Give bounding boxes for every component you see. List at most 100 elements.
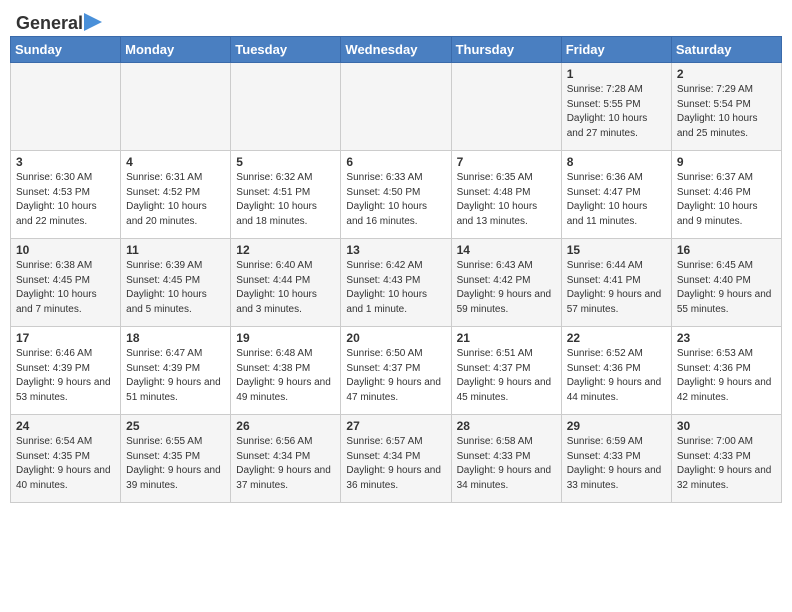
day-cell: 16 Sunrise: 6:45 AMSunset: 4:40 PMDayligh… xyxy=(671,239,781,327)
column-header-tuesday: Tuesday xyxy=(231,37,341,63)
day-cell: 9 Sunrise: 6:37 AMSunset: 4:46 PMDaylight… xyxy=(671,151,781,239)
day-cell: 1Sunrise: 7:28 AMSunset: 5:55 PMDaylight… xyxy=(561,63,671,151)
day-info: Sunrise: 6:47 AMSunset: 4:39 PMDaylight:… xyxy=(126,347,225,405)
day-info: Sunrise: 6:58 AMSunset: 4:33 PMDaylight:… xyxy=(457,435,556,493)
calendar-table: SundayMondayTuesdayWednesdayThursdayFrid… xyxy=(10,36,782,503)
day-number: 5 xyxy=(236,155,335,169)
day-info: Sunrise: 6:46 AMSunset: 4:39 PMDaylight:… xyxy=(16,347,115,405)
column-header-sunday: Sunday xyxy=(11,37,121,63)
day-number: 2 xyxy=(677,67,776,81)
calendar-header: SundayMondayTuesdayWednesdayThursdayFrid… xyxy=(11,37,782,63)
day-number: 14 xyxy=(457,243,556,257)
day-cell: 18 Sunrise: 6:47 AMSunset: 4:39 PMDayligh… xyxy=(121,327,231,415)
day-cell: 21Sunrise: 6:51 AMSunset: 4:37 PMDayligh… xyxy=(451,327,561,415)
day-number: 11 xyxy=(126,243,225,257)
day-info: Sunrise: 6:52 AMSunset: 4:36 PMDaylight:… xyxy=(567,347,666,405)
column-header-wednesday: Wednesday xyxy=(341,37,451,63)
day-info: Sunrise: 6:30 AMSunset: 4:53 PMDaylight:… xyxy=(16,171,115,229)
day-info: Sunrise: 6:57 AMSunset: 4:34 PMDaylight:… xyxy=(346,435,445,493)
day-info: Sunrise: 6:42 AMSunset: 4:43 PMDaylight:… xyxy=(346,259,445,317)
day-info: Sunrise: 6:43 AMSunset: 4:42 PMDaylight:… xyxy=(457,259,556,317)
day-number: 12 xyxy=(236,243,335,257)
day-cell: 24 Sunrise: 6:54 AMSunset: 4:35 PMDayligh… xyxy=(11,415,121,503)
day-number: 10 xyxy=(16,243,115,257)
day-cell: 4 Sunrise: 6:31 AMSunset: 4:52 PMDaylight… xyxy=(121,151,231,239)
day-number: 9 xyxy=(677,155,776,169)
logo-arrow-icon xyxy=(84,13,102,31)
day-info: Sunrise: 6:45 AMSunset: 4:40 PMDaylight:… xyxy=(677,259,776,317)
column-header-thursday: Thursday xyxy=(451,37,561,63)
day-cell xyxy=(341,63,451,151)
day-info: Sunrise: 6:56 AMSunset: 4:34 PMDaylight:… xyxy=(236,435,335,493)
day-cell: 14 Sunrise: 6:43 AMSunset: 4:42 PMDayligh… xyxy=(451,239,561,327)
day-info: Sunrise: 6:31 AMSunset: 4:52 PMDaylight:… xyxy=(126,171,225,229)
day-info: Sunrise: 6:50 AMSunset: 4:37 PMDaylight:… xyxy=(346,347,445,405)
day-info: Sunrise: 7:29 AMSunset: 5:54 PMDaylight:… xyxy=(677,83,776,141)
day-cell: 13 Sunrise: 6:42 AMSunset: 4:43 PMDayligh… xyxy=(341,239,451,327)
day-number: 24 xyxy=(16,419,115,433)
day-number: 29 xyxy=(567,419,666,433)
header-row: SundayMondayTuesdayWednesdayThursdayFrid… xyxy=(11,37,782,63)
day-number: 19 xyxy=(236,331,335,345)
day-number: 4 xyxy=(126,155,225,169)
day-number: 23 xyxy=(677,331,776,345)
day-number: 27 xyxy=(346,419,445,433)
logo: General xyxy=(16,14,102,32)
day-number: 25 xyxy=(126,419,225,433)
day-number: 18 xyxy=(126,331,225,345)
day-cell: 23Sunrise: 6:53 AMSunset: 4:36 PMDayligh… xyxy=(671,327,781,415)
day-number: 20 xyxy=(346,331,445,345)
day-cell: 29 Sunrise: 6:59 AMSunset: 4:33 PMDayligh… xyxy=(561,415,671,503)
day-cell: 7 Sunrise: 6:35 AMSunset: 4:48 PMDaylight… xyxy=(451,151,561,239)
day-info: Sunrise: 6:48 AMSunset: 4:38 PMDaylight:… xyxy=(236,347,335,405)
day-info: Sunrise: 6:59 AMSunset: 4:33 PMDaylight:… xyxy=(567,435,666,493)
day-cell: 10Sunrise: 6:38 AMSunset: 4:45 PMDayligh… xyxy=(11,239,121,327)
day-number: 16 xyxy=(677,243,776,257)
day-cell: 26Sunrise: 6:56 AMSunset: 4:34 PMDayligh… xyxy=(231,415,341,503)
day-cell xyxy=(231,63,341,151)
week-row-4: 17 Sunrise: 6:46 AMSunset: 4:39 PMDayligh… xyxy=(11,327,782,415)
day-info: Sunrise: 6:36 AMSunset: 4:47 PMDaylight:… xyxy=(567,171,666,229)
day-cell: 12 Sunrise: 6:40 AMSunset: 4:44 PMDayligh… xyxy=(231,239,341,327)
day-info: Sunrise: 6:44 AMSunset: 4:41 PMDaylight:… xyxy=(567,259,666,317)
day-cell: 30 Sunrise: 7:00 AMSunset: 4:33 PMDayligh… xyxy=(671,415,781,503)
day-number: 6 xyxy=(346,155,445,169)
day-number: 30 xyxy=(677,419,776,433)
day-cell: 11 Sunrise: 6:39 AMSunset: 4:45 PMDayligh… xyxy=(121,239,231,327)
day-number: 1 xyxy=(567,67,666,81)
day-cell: 28 Sunrise: 6:58 AMSunset: 4:33 PMDayligh… xyxy=(451,415,561,503)
day-cell: 5Sunrise: 6:32 AMSunset: 4:51 PMDaylight… xyxy=(231,151,341,239)
day-info: Sunrise: 7:00 AMSunset: 4:33 PMDaylight:… xyxy=(677,435,776,493)
day-number: 13 xyxy=(346,243,445,257)
day-cell: 25 Sunrise: 6:55 AMSunset: 4:35 PMDayligh… xyxy=(121,415,231,503)
day-info: Sunrise: 6:54 AMSunset: 4:35 PMDaylight:… xyxy=(16,435,115,493)
week-row-1: 1Sunrise: 7:28 AMSunset: 5:55 PMDaylight… xyxy=(11,63,782,151)
day-number: 3 xyxy=(16,155,115,169)
day-cell: 15 Sunrise: 6:44 AMSunset: 4:41 PMDayligh… xyxy=(561,239,671,327)
calendar-body: 1Sunrise: 7:28 AMSunset: 5:55 PMDaylight… xyxy=(11,63,782,503)
day-cell: 6 Sunrise: 6:33 AMSunset: 4:50 PMDaylight… xyxy=(341,151,451,239)
day-number: 15 xyxy=(567,243,666,257)
day-cell: 2 Sunrise: 7:29 AMSunset: 5:54 PMDaylight… xyxy=(671,63,781,151)
day-number: 17 xyxy=(16,331,115,345)
day-cell xyxy=(451,63,561,151)
day-cell xyxy=(11,63,121,151)
day-number: 28 xyxy=(457,419,556,433)
day-info: Sunrise: 6:33 AMSunset: 4:50 PMDaylight:… xyxy=(346,171,445,229)
day-info: Sunrise: 6:35 AMSunset: 4:48 PMDaylight:… xyxy=(457,171,556,229)
column-header-friday: Friday xyxy=(561,37,671,63)
day-info: Sunrise: 6:40 AMSunset: 4:44 PMDaylight:… xyxy=(236,259,335,317)
day-info: Sunrise: 6:39 AMSunset: 4:45 PMDaylight:… xyxy=(126,259,225,317)
day-cell: 19 Sunrise: 6:48 AMSunset: 4:38 PMDayligh… xyxy=(231,327,341,415)
day-number: 21 xyxy=(457,331,556,345)
day-info: Sunrise: 6:37 AMSunset: 4:46 PMDaylight:… xyxy=(677,171,776,229)
day-number: 7 xyxy=(457,155,556,169)
calendar: SundayMondayTuesdayWednesdayThursdayFrid… xyxy=(0,36,792,511)
day-cell: 22 Sunrise: 6:52 AMSunset: 4:36 PMDayligh… xyxy=(561,327,671,415)
day-info: Sunrise: 6:55 AMSunset: 4:35 PMDaylight:… xyxy=(126,435,225,493)
week-row-2: 3 Sunrise: 6:30 AMSunset: 4:53 PMDaylight… xyxy=(11,151,782,239)
day-cell: 20 Sunrise: 6:50 AMSunset: 4:37 PMDayligh… xyxy=(341,327,451,415)
day-number: 8 xyxy=(567,155,666,169)
day-cell: 17 Sunrise: 6:46 AMSunset: 4:39 PMDayligh… xyxy=(11,327,121,415)
day-number: 22 xyxy=(567,331,666,345)
